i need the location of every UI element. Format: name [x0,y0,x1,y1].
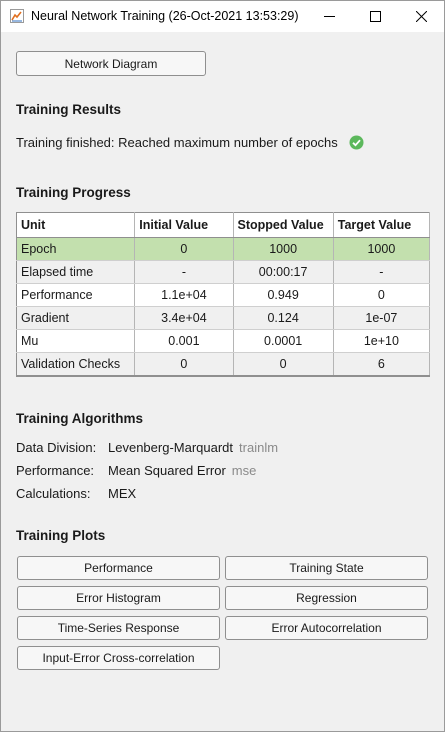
table-row-gradient: Gradient 3.4e+04 0.124 1e-07 [16,306,431,330]
row-unit: Gradient [16,306,136,330]
initial-value: 0 [134,352,234,376]
success-check-icon [349,135,364,150]
table-row-validation-checks: Validation Checks 0 0 6 [16,352,431,376]
plot-training-state-button[interactable]: Training State [225,556,428,580]
target-value: 6 [333,352,431,376]
algorithm-code: trainlm [239,440,279,455]
minimize-button[interactable] [306,1,352,32]
matlab-app-icon [10,9,24,23]
stopped-value: 00:00:17 [233,260,334,284]
close-icon [415,11,427,22]
column-header: Unit [16,212,136,238]
initial-value: - [134,260,234,284]
training-plots-heading: Training Plots [16,528,106,543]
algorithm-label: Performance: [16,463,95,478]
table-row-epoch: Epoch 0 1000 1000 [16,237,431,261]
training-algorithms-heading: Training Algorithms [16,411,144,426]
algorithm-value: MEX [108,486,137,501]
row-unit: Elapsed time [16,260,136,284]
training-progress-heading: Training Progress [16,185,131,200]
title-bar: Neural Network Training (26-Oct-2021 13:… [1,1,444,32]
stopped-value: 0.949 [233,283,334,307]
plot-time-series-response-button[interactable]: Time-Series Response [17,616,220,640]
stopped-value: 0 [233,352,334,376]
column-header: Stopped Value [233,212,334,238]
window-title: Neural Network Training (26-Oct-2021 13:… [31,9,299,23]
maximize-icon [369,11,381,22]
table-row-mu: Mu 0.001 0.0001 1e+10 [16,329,431,353]
training-status-text: Training finished: Reached maximum numbe… [16,135,338,150]
table-row-elapsed-time: Elapsed time - 00:00:17 - [16,260,431,284]
initial-value: 0.001 [134,329,234,353]
initial-value: 0 [134,237,234,261]
stopped-value: 1000 [233,237,334,261]
algorithm-label: Calculations: [16,486,91,501]
plot-error-autocorrelation-button[interactable]: Error Autocorrelation [225,616,428,640]
table-row-performance: Performance 1.1e+04 0.949 0 [16,283,431,307]
row-unit: Performance [16,283,136,307]
row-unit: Epoch [16,237,136,261]
algorithm-label: Data Division: [16,440,97,455]
target-value: 0 [333,283,431,307]
stopped-value: 0.0001 [233,329,334,353]
target-value: 1e+10 [333,329,431,353]
training-progress-table: Unit Initial Value Stopped Value Target … [16,212,431,377]
target-value: 1000 [333,237,431,261]
close-button[interactable] [398,1,444,32]
column-header: Initial Value [134,212,234,238]
column-header: Target Value [333,212,431,238]
target-value: 1e-07 [333,306,431,330]
stopped-value: 0.124 [233,306,334,330]
maximize-button[interactable] [352,1,398,32]
row-unit: Validation Checks [16,352,136,376]
plot-regression-button[interactable]: Regression [225,586,428,610]
row-unit: Mu [16,329,136,353]
algorithm-value: Mean Squared Error [108,463,226,478]
plot-performance-button[interactable]: Performance [17,556,220,580]
table-header-row: Unit Initial Value Stopped Value Target … [16,212,431,238]
initial-value: 3.4e+04 [134,306,234,330]
training-window: Neural Network Training (26-Oct-2021 13:… [0,0,445,732]
network-diagram-button[interactable]: Network Diagram [16,51,206,76]
algorithm-code: mse [231,463,257,478]
plot-error-histogram-button[interactable]: Error Histogram [17,586,220,610]
target-value: - [333,260,431,284]
minimize-icon [323,16,335,17]
plot-input-error-cross-correlation-button[interactable]: Input-Error Cross-correlation [17,646,220,670]
algorithm-value: Levenberg-Marquardt [108,440,234,455]
training-results-heading: Training Results [16,102,122,117]
initial-value: 1.1e+04 [134,283,234,307]
